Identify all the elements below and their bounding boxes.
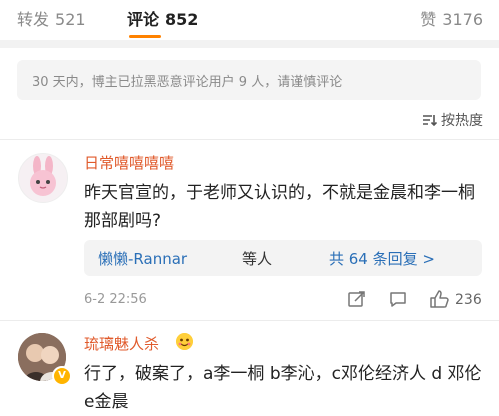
tab-comment[interactable]: 评论 852 bbox=[127, 6, 198, 30]
tab-like[interactable]: 赞 3176 bbox=[420, 6, 483, 30]
tab-like-label: 赞 bbox=[420, 10, 437, 29]
bunny-avatar-icon bbox=[30, 156, 56, 196]
sort-label: 按热度 bbox=[441, 113, 483, 129]
sort-button[interactable]: 按热度 bbox=[422, 110, 483, 130]
tab-comment-label: 评论 bbox=[127, 10, 160, 29]
avatar[interactable] bbox=[18, 153, 68, 203]
comment-username[interactable]: 日常嘻嘻嘻嘻 bbox=[84, 152, 174, 173]
divider bbox=[0, 139, 499, 140]
tab-repost-count: 521 bbox=[55, 10, 86, 29]
tab-repost-label: 转发 bbox=[17, 10, 50, 29]
notice-box: 30 天内，博主已拉黑恶意评论用户 9 人，请谨慎评论 bbox=[17, 60, 481, 100]
comment-timestamp: 6-2 22:56 bbox=[84, 292, 147, 307]
comment-username[interactable]: 琉璃魅人杀 bbox=[84, 333, 159, 354]
like-count: 236 bbox=[455, 292, 482, 308]
thumbs-up-icon[interactable] bbox=[429, 289, 451, 309]
verified-badge-icon: V bbox=[52, 366, 72, 386]
section-divider bbox=[0, 40, 499, 48]
notice-text: 30 天内，博主已拉黑恶意评论用户 9 人，请谨慎评论 bbox=[32, 75, 343, 90]
tab-comment-count: 852 bbox=[165, 10, 199, 29]
share-icon[interactable] bbox=[347, 289, 367, 309]
sort-icon bbox=[423, 115, 437, 127]
tab-repost[interactable]: 转发 521 bbox=[17, 6, 86, 30]
emoji-icon bbox=[176, 333, 193, 350]
view-replies-link[interactable]: 共 64 条回复 > bbox=[329, 248, 435, 269]
reply-etc: 等人 bbox=[242, 250, 273, 268]
divider bbox=[0, 320, 499, 321]
comment-text: 行了，破案了，a李一桐 b李沁，c邓伦经济人 d 邓伦 e金晨 bbox=[84, 364, 482, 412]
tab-like-count: 3176 bbox=[442, 10, 483, 29]
replies-preview[interactable]: 懒懒-Rannar 等人 共 64 条回复 > bbox=[84, 240, 482, 276]
active-tab-indicator bbox=[129, 35, 161, 38]
tab-bar: 转发 521 评论 852 赞 3176 bbox=[0, 0, 499, 40]
reply-username[interactable]: 懒懒-Rannar bbox=[98, 248, 187, 269]
comment-icon[interactable] bbox=[388, 289, 408, 309]
comment-text: 昨天官宣的，于老师又认识的，不就是金晨和李一桐那部剧吗? bbox=[84, 183, 475, 231]
